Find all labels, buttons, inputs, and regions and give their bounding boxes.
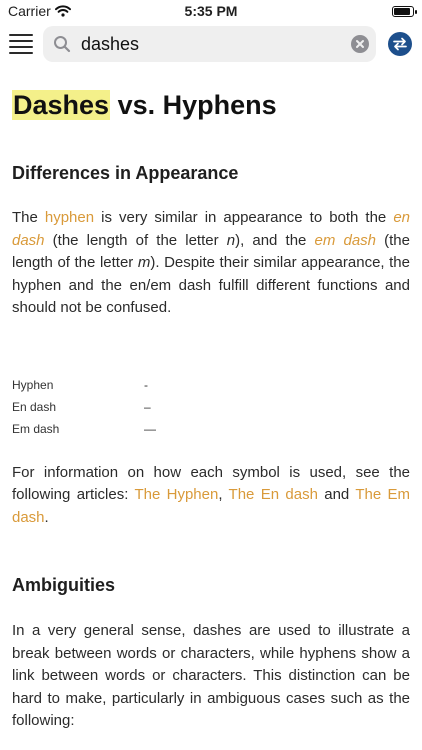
link-the-hyphen[interactable]: The Hyphen <box>134 486 218 503</box>
table-row: Hyphen - <box>12 374 156 396</box>
symbol-glyph: - <box>144 377 148 392</box>
section-heading-ambiguities: Ambiguities <box>12 575 116 596</box>
symbol-glyph: — <box>144 421 156 436</box>
table-row: En dash – <box>12 396 156 418</box>
page-title: Dashes vs. Hyphens <box>12 88 410 123</box>
clear-icon[interactable] <box>351 35 369 53</box>
article-content: Dashes vs. Hyphens Differences in Appear… <box>12 80 410 733</box>
search-box[interactable] <box>43 26 376 62</box>
ambiguities-paragraph: In a very general sense, dashes are used… <box>12 622 410 730</box>
search-input[interactable] <box>81 31 341 57</box>
clock: 5:35 PM <box>184 3 238 19</box>
table-row: Em dash — <box>12 418 156 440</box>
title-rest: vs. Hyphens <box>110 90 277 120</box>
swap-arrows-icon[interactable] <box>388 32 412 56</box>
battery-icon <box>392 6 417 17</box>
section-heading-appearance: Differences in Appearance <box>12 163 239 184</box>
link-the-en-dash[interactable]: The En dash <box>229 486 318 503</box>
see-also-paragraph: For information on how each symbol is us… <box>12 463 410 526</box>
search-icon <box>54 36 71 53</box>
toolbar <box>0 24 422 68</box>
symbol-glyph: – <box>144 399 151 414</box>
appearance-paragraph: The hyphen is very similar in appearance… <box>12 209 410 317</box>
title-highlight: Dashes <box>12 90 111 120</box>
symbol-table: Hyphen - En dash – Em dash — <box>12 374 156 440</box>
symbol-name: Em dash <box>12 421 60 436</box>
link-hyphen[interactable]: hyphen <box>45 209 94 226</box>
symbol-name: En dash <box>12 399 57 414</box>
link-em-dash[interactable]: em dash <box>315 232 377 249</box>
symbol-name: Hyphen <box>12 377 54 392</box>
menu-icon[interactable] <box>9 34 33 54</box>
status-bar: Carrier 5:35 PM <box>0 0 422 24</box>
